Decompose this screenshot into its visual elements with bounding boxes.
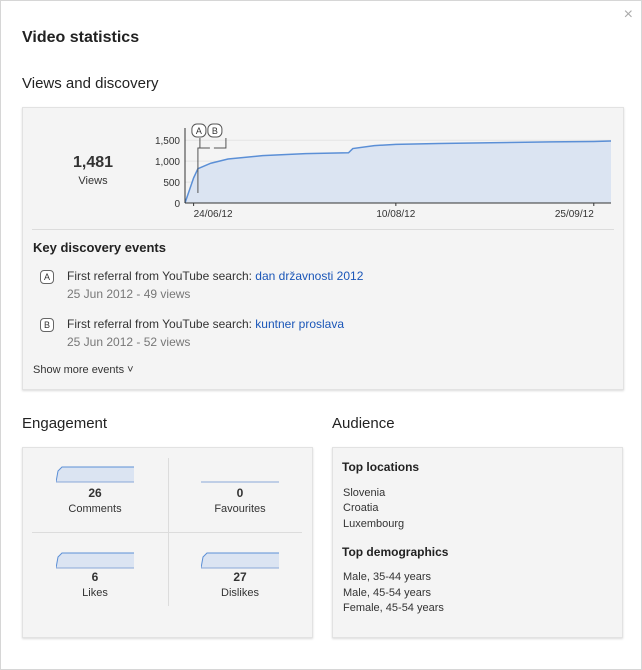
dislikes-label: Dislikes: [221, 587, 259, 599]
location-item: Luxembourg: [343, 518, 405, 530]
marker-b-label: B: [212, 126, 218, 136]
demographic-item: Male, 45-54 years: [343, 587, 432, 599]
event-text: First referral from YouTube search: dan …: [67, 269, 363, 283]
likes-count: 6: [91, 570, 99, 584]
event-link[interactable]: dan državnosti 2012: [255, 269, 363, 283]
sparkline-area: [201, 553, 279, 568]
views-area: [185, 140, 611, 203]
top-demographics-title: Top demographics: [342, 545, 449, 559]
views-chart: 0 500 1,000 1,500 24/06/12 10/08/12 25/09/12 A B: [155, 123, 612, 220]
demographic-item: Female, 45-54 years: [343, 602, 444, 614]
comments-count: 26: [88, 486, 102, 500]
event-text: First referral from YouTube search: kunt…: [67, 317, 344, 331]
event-date: 25 Jun 2012 - 52 views: [67, 335, 191, 349]
marker-a-label: A: [196, 126, 202, 136]
dialog-title: Video statistics: [22, 29, 140, 46]
likes-sparkline: [56, 552, 134, 569]
y-tick-label: 500: [163, 178, 180, 189]
y-tick-label: 1,000: [155, 157, 180, 168]
comments-sparkline: [56, 466, 134, 483]
engagement-card: 26 Comments 0 Favourites 6 Likes 27 Disl…: [22, 447, 313, 638]
x-tick-label: 10/08/12: [376, 209, 415, 220]
y-tick-label: 1,500: [155, 136, 180, 147]
engagement-heading: Engagement: [22, 415, 108, 432]
event-description: First referral from YouTube search:: [67, 269, 256, 283]
favourites-sparkline: [201, 481, 279, 483]
top-locations-title: Top locations: [342, 460, 420, 474]
demographic-item: Male, 35-44 years: [343, 571, 432, 583]
views-card: 1,481 Views 0 500 1,000 1,500 24/06/12 10/08/…: [22, 107, 624, 390]
event-badge-b: B: [40, 318, 54, 332]
comments-label: Comments: [68, 503, 122, 515]
close-icon[interactable]: ×: [624, 7, 633, 23]
audience-card: Top locations Slovenia Croatia Luxembour…: [332, 447, 623, 638]
sparkline-area: [56, 467, 134, 482]
event-link[interactable]: kuntner proslava: [255, 317, 344, 331]
location-item: Slovenia: [343, 487, 386, 499]
views-heading: Views and discovery: [22, 75, 159, 92]
event-description: First referral from YouTube search:: [67, 317, 256, 331]
likes-label: Likes: [82, 587, 108, 599]
dislikes-sparkline: [201, 552, 279, 569]
audience-heading: Audience: [332, 415, 395, 432]
discovery-title: Key discovery events: [33, 240, 166, 255]
divider: [32, 532, 302, 533]
x-tick-label: 24/06/12: [194, 209, 233, 220]
y-tick-label: 0: [174, 199, 180, 210]
sparkline-area: [56, 553, 134, 568]
event-badge-a: A: [40, 270, 54, 284]
x-tick-label: 25/09/12: [555, 209, 594, 220]
favourites-count: 0: [236, 486, 244, 500]
divider: [32, 229, 614, 230]
dislikes-count: 27: [233, 570, 247, 584]
favourites-label: Favourites: [214, 503, 266, 515]
location-item: Croatia: [343, 502, 379, 514]
show-more-events-button[interactable]: Show more events ˅: [33, 364, 134, 376]
event-date: 25 Jun 2012 - 49 views: [67, 287, 191, 301]
video-statistics-dialog: × Video statistics Views and discovery 1…: [0, 0, 642, 670]
